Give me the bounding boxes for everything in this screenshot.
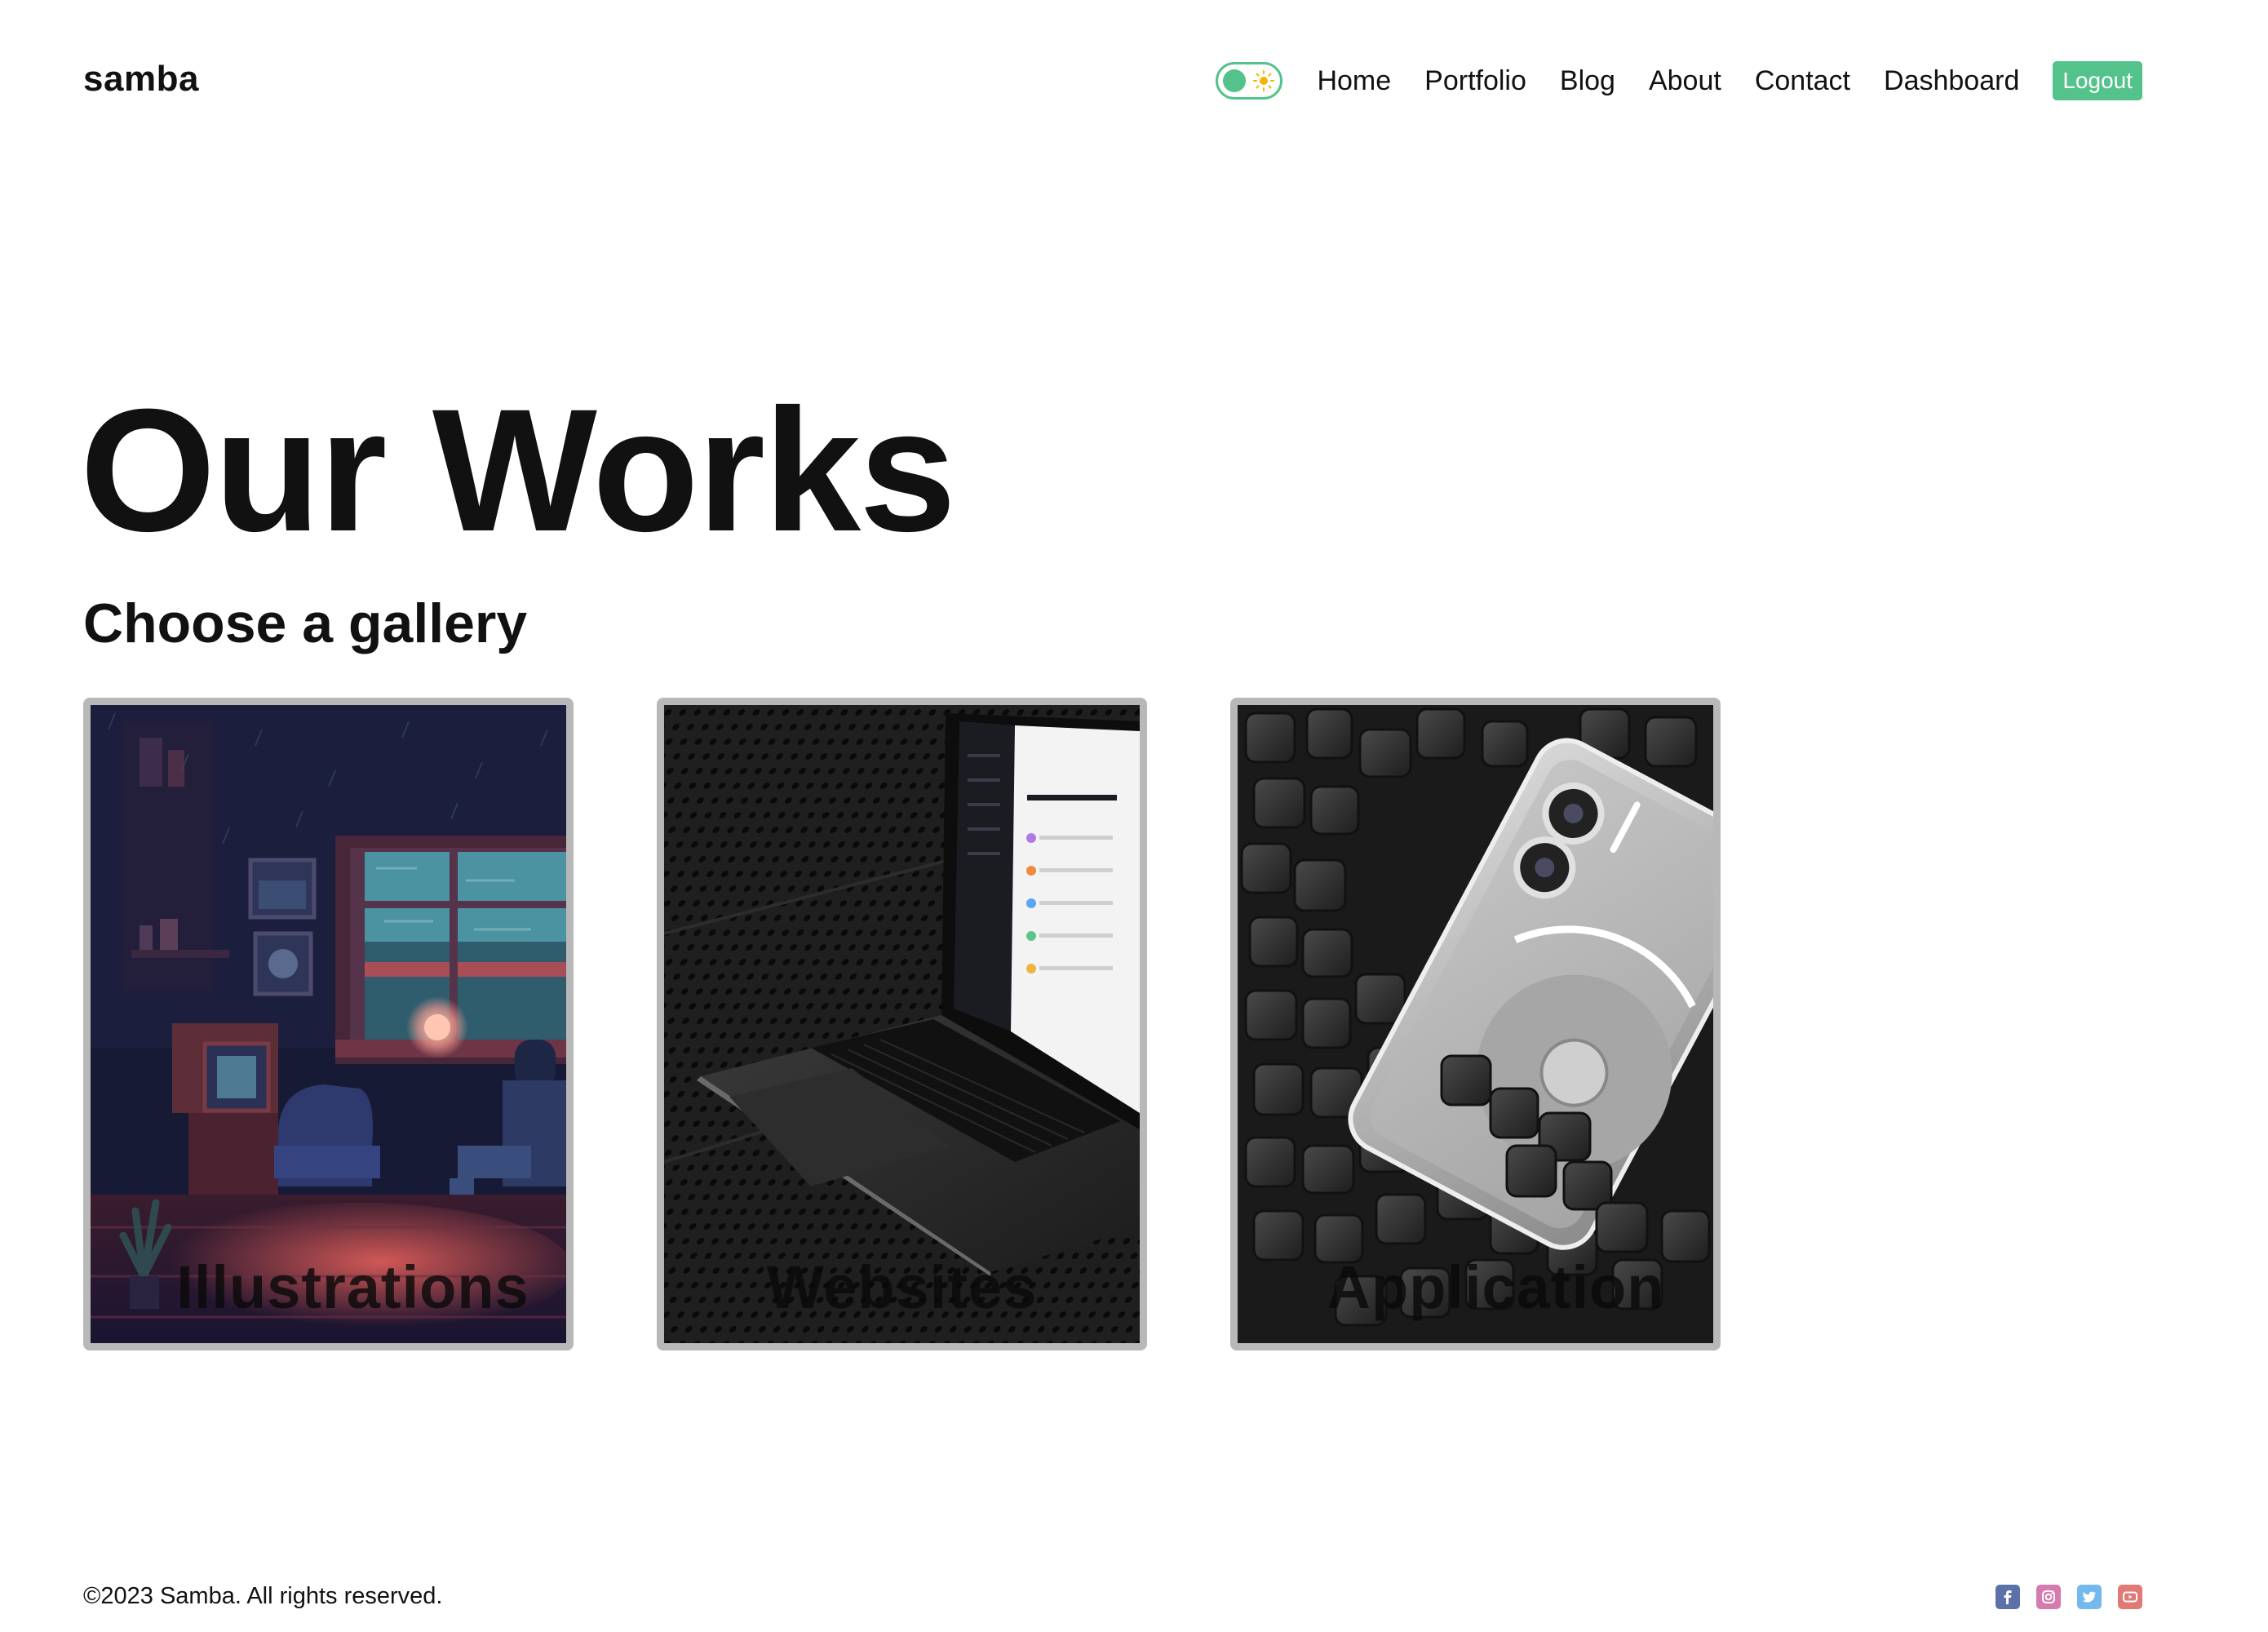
facebook-icon[interactable] bbox=[1996, 1585, 2020, 1609]
gallery-card-application[interactable]: Application bbox=[1230, 698, 1721, 1350]
social-links bbox=[1996, 1585, 2142, 1609]
twitter-icon[interactable] bbox=[2077, 1585, 2102, 1609]
page: samba Home Portfolio Blog About Contact … bbox=[0, 0, 2268, 1632]
nav-home[interactable]: Home bbox=[1317, 65, 1391, 97]
nav-dashboard[interactable]: Dashboard bbox=[1884, 65, 2019, 97]
gallery-card-label: Illustrations bbox=[176, 1253, 529, 1321]
youtube-icon[interactable] bbox=[2118, 1585, 2142, 1609]
copyright-text: ©2023 Samba. All rights reserved. bbox=[83, 1583, 443, 1609]
section-subtitle: Choose a gallery bbox=[83, 592, 528, 654]
logout-button[interactable]: Logout bbox=[2053, 61, 2142, 100]
nav-portfolio[interactable]: Portfolio bbox=[1424, 65, 1526, 97]
site-logo[interactable]: samba bbox=[83, 59, 199, 100]
nav-blog[interactable]: Blog bbox=[1560, 65, 1615, 97]
websites-image bbox=[664, 705, 1140, 1343]
nav-contact[interactable]: Contact bbox=[1755, 65, 1850, 97]
gallery-card-illustrations[interactable]: Illustrations bbox=[83, 698, 574, 1350]
sun-icon bbox=[1253, 70, 1275, 91]
gallery-grid: Illustrations Websites Application bbox=[83, 698, 1721, 1350]
instagram-icon[interactable] bbox=[2036, 1585, 2061, 1609]
page-title: Our Works bbox=[80, 373, 956, 568]
gallery-card-label: Application bbox=[1327, 1253, 1665, 1321]
nav-about[interactable]: About bbox=[1649, 65, 1721, 97]
gallery-card-label: Websites bbox=[766, 1253, 1038, 1321]
gallery-card-websites[interactable]: Websites bbox=[657, 698, 1147, 1350]
application-image bbox=[1238, 705, 1713, 1343]
illustrations-image bbox=[91, 705, 566, 1343]
toggle-knob bbox=[1223, 69, 1247, 92]
theme-toggle[interactable] bbox=[1216, 62, 1283, 100]
main-nav: Home Portfolio Blog About Contact Dashbo… bbox=[1216, 59, 2142, 103]
